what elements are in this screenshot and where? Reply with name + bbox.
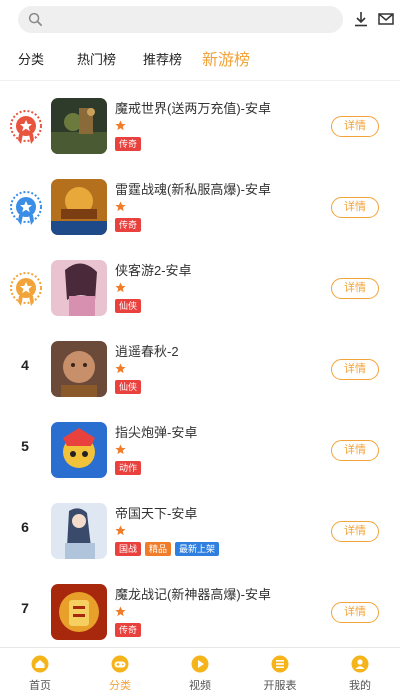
nav-home[interactable]: 首页 <box>0 648 80 690</box>
game-thumbnail[interactable] <box>51 341 107 397</box>
game-title[interactable]: 魔龙战记(新神器高爆)-安卓 <box>115 584 271 603</box>
game-thumbnail[interactable] <box>51 98 107 154</box>
medal-blue-icon <box>10 191 42 225</box>
nav-profile[interactable]: 我的 <box>320 648 400 690</box>
game-thumbnail[interactable] <box>51 422 107 478</box>
nav-label: 首页 <box>29 680 51 690</box>
list-item[interactable]: 雷霆战魂(新私服高爆)-安卓 传奇 详情 <box>0 175 400 256</box>
details-button[interactable]: 详情 <box>331 116 379 137</box>
star-icon <box>115 444 126 455</box>
game-thumbnail[interactable] <box>51 503 107 559</box>
rank-number: 4 <box>21 357 29 373</box>
nav-server-list[interactable]: 开服表 <box>240 648 320 690</box>
game-thumbnail[interactable] <box>51 179 107 235</box>
game-title[interactable]: 逍遥春秋-2 <box>115 341 179 360</box>
genre-tag: 国战 <box>115 542 142 556</box>
medal-red-icon <box>10 110 42 144</box>
tag-list: 传奇 <box>115 623 145 637</box>
rank-number: 7 <box>21 600 29 616</box>
quality-tag: 精品 <box>145 542 172 556</box>
home-icon <box>31 655 49 673</box>
game-title[interactable]: 帝国天下-安卓 <box>115 503 197 522</box>
genre-tag: 仙侠 <box>115 380 142 394</box>
star-icon <box>115 525 126 536</box>
profile-icon <box>351 655 369 673</box>
tag-list: 仙侠 <box>115 380 145 394</box>
details-button[interactable]: 详情 <box>331 197 379 218</box>
search-icon <box>28 12 42 26</box>
genre-tag: 动作 <box>115 461 142 475</box>
star-icon <box>115 201 126 212</box>
game-title[interactable]: 雷霆战魂(新私服高爆)-安卓 <box>115 179 271 198</box>
nav-video[interactable]: 视频 <box>160 648 240 690</box>
gamepad-icon <box>111 655 129 673</box>
download-icon[interactable] <box>352 10 370 28</box>
nav-category[interactable]: 分类 <box>80 648 160 690</box>
play-icon <box>191 655 209 673</box>
star-icon <box>115 120 126 131</box>
genre-tag: 传奇 <box>115 623 142 637</box>
top-bar <box>0 0 400 40</box>
details-button[interactable]: 详情 <box>331 278 379 299</box>
game-thumbnail[interactable] <box>51 584 107 640</box>
list-item[interactable]: 6 帝国天下-安卓 国战 精品 最新上架 详情 <box>0 499 400 580</box>
genre-tag: 传奇 <box>115 137 142 151</box>
game-title[interactable]: 侠客游2-安卓 <box>115 260 192 279</box>
game-thumbnail[interactable] <box>51 260 107 316</box>
tag-list: 国战 精品 最新上架 <box>115 542 223 556</box>
details-button[interactable]: 详情 <box>331 440 379 461</box>
tabs-divider <box>0 80 400 81</box>
list-item[interactable]: 侠客游2-安卓 仙侠 详情 <box>0 256 400 337</box>
genre-tag: 传奇 <box>115 218 142 232</box>
rank-number: 6 <box>21 519 29 535</box>
tag-list: 仙侠 <box>115 299 145 313</box>
tab-hot[interactable]: 热门榜 <box>77 49 116 68</box>
server-list-icon <box>271 655 289 673</box>
bottom-nav: 首页 分类 视频 开服表 我的 <box>0 647 400 690</box>
tag-list: 传奇 <box>115 218 145 232</box>
nav-label: 开服表 <box>263 680 297 690</box>
game-list: 魔戒世界(送两万充值)-安卓 传奇 详情 雷霆战魂(新私服高爆)-安卓 传奇 详… <box>0 94 400 661</box>
medal-orange-icon <box>10 272 42 306</box>
list-item[interactable]: 魔戒世界(送两万充值)-安卓 传奇 详情 <box>0 94 400 175</box>
nav-label: 视频 <box>189 680 211 690</box>
tab-recommend[interactable]: 推荐榜 <box>143 49 182 68</box>
details-button[interactable]: 详情 <box>331 602 379 623</box>
details-button[interactable]: 详情 <box>331 521 379 542</box>
tab-category[interactable]: 分类 <box>18 49 44 68</box>
nav-label: 分类 <box>109 680 131 690</box>
star-icon <box>115 606 126 617</box>
tag-list: 传奇 <box>115 137 145 151</box>
game-title[interactable]: 魔戒世界(送两万充值)-安卓 <box>115 98 271 117</box>
nav-label: 我的 <box>349 680 371 690</box>
message-icon[interactable] <box>377 10 395 28</box>
category-tabs: 分类 热门榜 推荐榜 新游榜 <box>0 40 400 76</box>
genre-tag: 仙侠 <box>115 299 142 313</box>
game-title[interactable]: 指尖炮弹-安卓 <box>115 422 197 441</box>
new-release-tag: 最新上架 <box>175 542 220 556</box>
list-item[interactable]: 5 指尖炮弹-安卓 动作 详情 <box>0 418 400 499</box>
star-icon <box>115 363 126 374</box>
tag-list: 动作 <box>115 461 145 475</box>
star-icon <box>115 282 126 293</box>
search-input[interactable] <box>18 6 343 33</box>
list-item[interactable]: 4 逍遥春秋-2 仙侠 详情 <box>0 337 400 418</box>
details-button[interactable]: 详情 <box>331 359 379 380</box>
rank-number: 5 <box>21 438 29 454</box>
tab-new-games[interactable]: 新游榜 <box>202 46 250 70</box>
